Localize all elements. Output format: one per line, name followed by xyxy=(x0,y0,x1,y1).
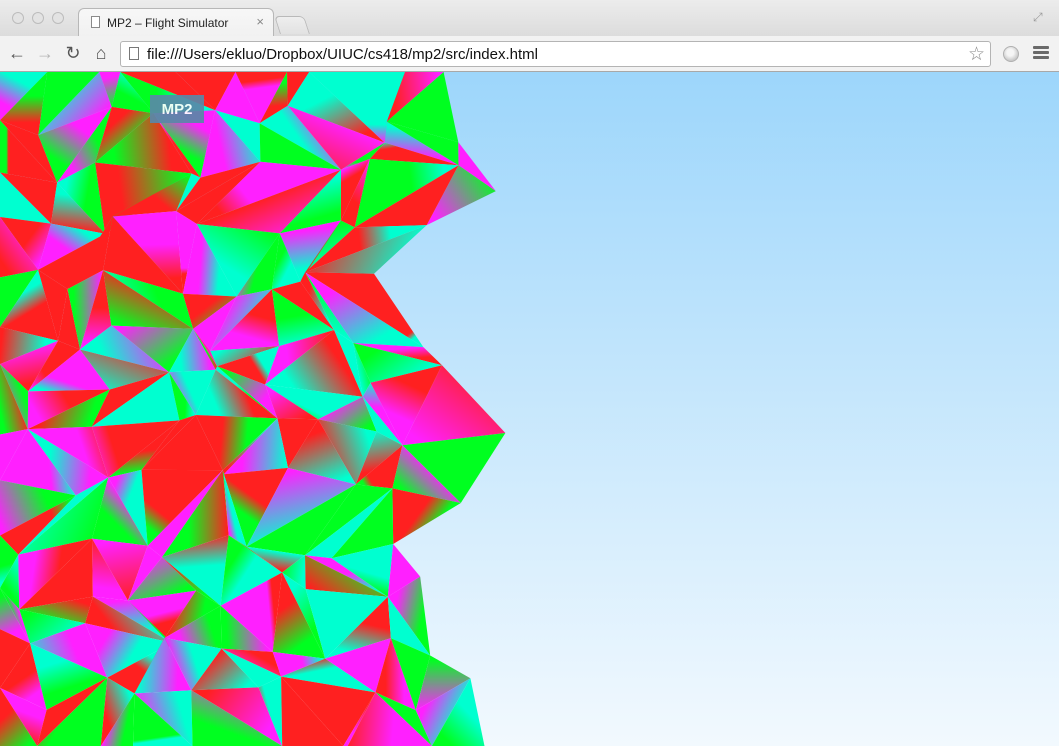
tab-title: MP2 – Flight Simulator xyxy=(107,16,229,30)
tab-close-icon[interactable]: × xyxy=(256,14,264,29)
terrain-mesh xyxy=(0,72,506,746)
close-window-button[interactable] xyxy=(12,12,24,24)
browser-titlebar: MP2 – Flight Simulator × ⤢ xyxy=(0,0,1059,36)
page-icon xyxy=(91,16,100,28)
extension-icon[interactable] xyxy=(1003,46,1019,62)
reload-icon[interactable]: ↻ xyxy=(62,42,84,64)
home-icon[interactable]: ⌂ xyxy=(90,42,112,64)
minimize-window-button[interactable] xyxy=(32,12,44,24)
fullscreen-icon[interactable]: ⤢ xyxy=(1033,10,1047,24)
page-icon xyxy=(129,47,139,60)
back-icon[interactable]: ← xyxy=(6,42,28,64)
tab-active[interactable]: MP2 – Flight Simulator × xyxy=(78,8,274,36)
browser-toolbar: ← → ↻ ⌂ file:///Users/ekluo/Dropbox/UIUC… xyxy=(0,36,1059,72)
zoom-window-button[interactable] xyxy=(52,12,64,24)
page-title-badge: MP2 xyxy=(150,95,204,123)
bookmark-star-icon[interactable]: ☆ xyxy=(968,43,985,66)
address-bar[interactable]: file:///Users/ekluo/Dropbox/UIUC/cs418/m… xyxy=(120,41,991,67)
url-text[interactable]: file:///Users/ekluo/Dropbox/UIUC/cs418/m… xyxy=(147,46,538,63)
forward-icon[interactable]: → xyxy=(34,42,56,64)
webgl-canvas[interactable]: MP2 xyxy=(0,72,1059,746)
new-tab-button[interactable] xyxy=(274,16,310,34)
menu-icon[interactable] xyxy=(1033,46,1049,60)
